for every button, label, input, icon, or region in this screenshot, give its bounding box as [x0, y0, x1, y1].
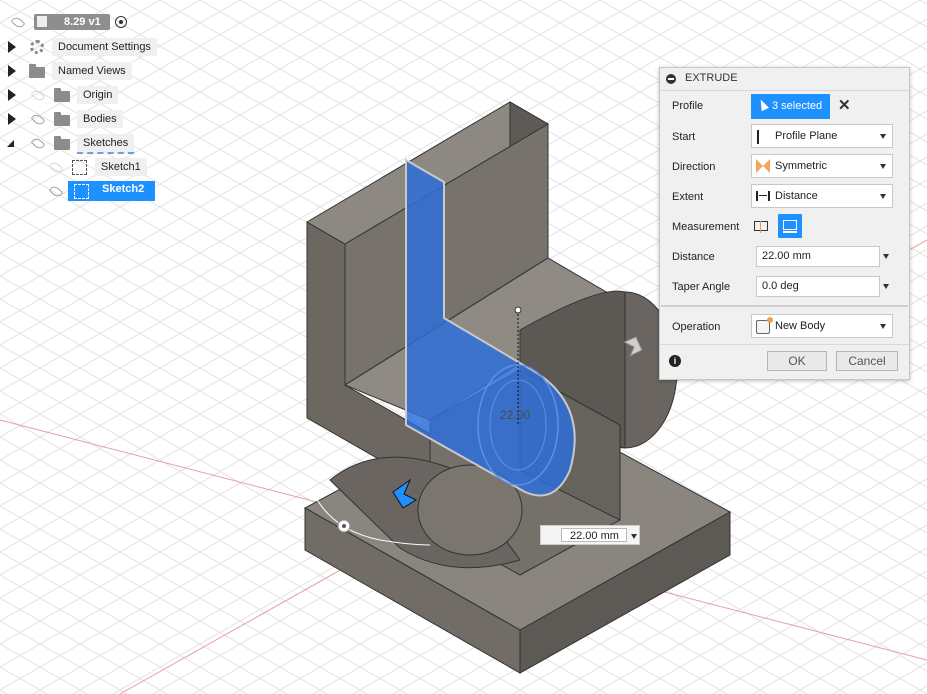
profile-selection-text: 3 selected: [772, 100, 823, 112]
browser-item-origin[interactable]: Origin: [0, 85, 125, 105]
distance-icon: [756, 191, 770, 201]
extent-dropdown-value: Distance: [775, 190, 818, 202]
browser-item-sketches[interactable]: Sketches: [0, 133, 145, 154]
folder-icon: [29, 64, 45, 78]
profile-plane-icon: [757, 130, 769, 144]
eye-icon[interactable]: [30, 112, 46, 127]
folder-icon: [54, 112, 70, 126]
browser-item-label: Document Settings: [52, 38, 157, 56]
browser-item-label: Origin: [77, 86, 119, 104]
rotate-handle-dot: [342, 524, 346, 528]
profile-selection-button[interactable]: 3 selected: [751, 94, 830, 119]
expand-icon[interactable]: [8, 89, 16, 101]
new-body-icon: [756, 317, 773, 334]
chevron-down-icon: [880, 324, 886, 329]
dialog-separator: [661, 305, 908, 307]
dialog-footer-separator: [660, 344, 909, 345]
taper-angle-label: Taper Angle: [672, 281, 731, 293]
operation-dropdown[interactable]: New Body: [751, 314, 893, 338]
document-icon: [37, 16, 47, 27]
chevron-down-icon: [880, 134, 886, 139]
browser-item-label: Sketches: [77, 134, 135, 154]
sketch-icon: [72, 160, 87, 175]
info-icon[interactable]: i: [669, 355, 681, 367]
browser-item-label: Named Views: [52, 62, 132, 80]
browser-item-named-views[interactable]: Named Views: [0, 61, 140, 81]
symmetric-icon: [756, 159, 770, 173]
eye-icon[interactable]: [48, 184, 64, 199]
direction-dropdown[interactable]: Symmetric: [751, 154, 893, 178]
taper-angle-dropdown-caret[interactable]: [883, 284, 889, 289]
measurement-label: Measurement: [672, 221, 740, 233]
distance-input[interactable]: 22.00 mm: [756, 246, 880, 267]
expand-icon[interactable]: [8, 65, 16, 77]
eye-icon[interactable]: [10, 15, 26, 30]
dimension-label: 22.00: [500, 408, 530, 422]
clear-selection-icon[interactable]: ✕: [838, 98, 851, 113]
start-dropdown[interactable]: Profile Plane: [751, 124, 893, 148]
eye-icon[interactable]: [30, 136, 46, 151]
expand-icon[interactable]: [8, 113, 16, 125]
document-version-badge[interactable]: 8.29 v1: [34, 14, 110, 30]
chevron-down-icon: [880, 164, 886, 169]
folder-icon: [54, 136, 70, 150]
operation-label: Operation: [672, 321, 721, 333]
browser-item-bodies[interactable]: Bodies: [0, 109, 130, 129]
start-label: Start: [672, 131, 696, 143]
browser-item-label: Sketch2: [102, 183, 145, 195]
browser-item-sketch2[interactable]: Sketch2: [0, 181, 160, 201]
taper-angle-input[interactable]: 0.0 deg: [756, 276, 880, 297]
direction-dropdown-value: Symmetric: [775, 160, 827, 172]
viewport-distance-value: 22.00 mm: [561, 528, 627, 542]
selected-sketch-highlight: Sketch2: [68, 181, 155, 201]
start-dropdown-value: Profile Plane: [775, 130, 838, 142]
extrude-dialog: EXTRUDE Profile 3 selected ✕ Start Profi…: [659, 67, 910, 380]
collapse-dialog-icon[interactable]: [666, 74, 676, 84]
operation-dropdown-value: New Body: [775, 320, 826, 332]
document-root-row: 8.29 v1: [0, 12, 140, 32]
collapse-icon[interactable]: [7, 140, 14, 147]
viewport-distance-input[interactable]: 22.00 mm: [540, 525, 640, 545]
dialog-title: EXTRUDE: [685, 72, 738, 84]
dialog-header: EXTRUDE: [660, 68, 909, 91]
browser-item-sketch1[interactable]: Sketch1: [0, 157, 150, 177]
browser-item-document-settings[interactable]: Document Settings: [0, 37, 160, 57]
dimension-handle[interactable]: [514, 306, 522, 314]
cancel-button[interactable]: Cancel: [836, 351, 898, 371]
gear-icon: [30, 40, 44, 54]
measurement-option-1-icon[interactable]: [753, 218, 769, 234]
activate-radio-icon[interactable]: [115, 16, 127, 28]
ok-button[interactable]: OK: [767, 351, 827, 371]
browser-item-label: Sketch1: [95, 158, 147, 176]
profile-label: Profile: [672, 100, 704, 112]
direction-label: Direction: [672, 161, 716, 173]
document-version-label: 8.29 v1: [64, 16, 101, 28]
distance-label: Distance: [672, 251, 715, 263]
distance-dropdown-caret[interactable]: [883, 254, 889, 259]
chevron-down-icon: [880, 194, 886, 199]
expand-icon[interactable]: [8, 41, 16, 53]
sketch-icon: [74, 184, 89, 199]
browser-item-label: Bodies: [77, 110, 123, 128]
viewport-distance-caret[interactable]: [631, 534, 637, 539]
measurement-option-2-icon[interactable]: [778, 214, 802, 238]
folder-icon: [54, 88, 70, 102]
extent-label: Extent: [672, 191, 704, 203]
extent-dropdown[interactable]: Distance: [751, 184, 893, 208]
cursor-arrow-icon: [757, 97, 769, 112]
eye-hidden-icon[interactable]: [48, 160, 64, 175]
eye-hidden-icon[interactable]: [30, 88, 46, 103]
